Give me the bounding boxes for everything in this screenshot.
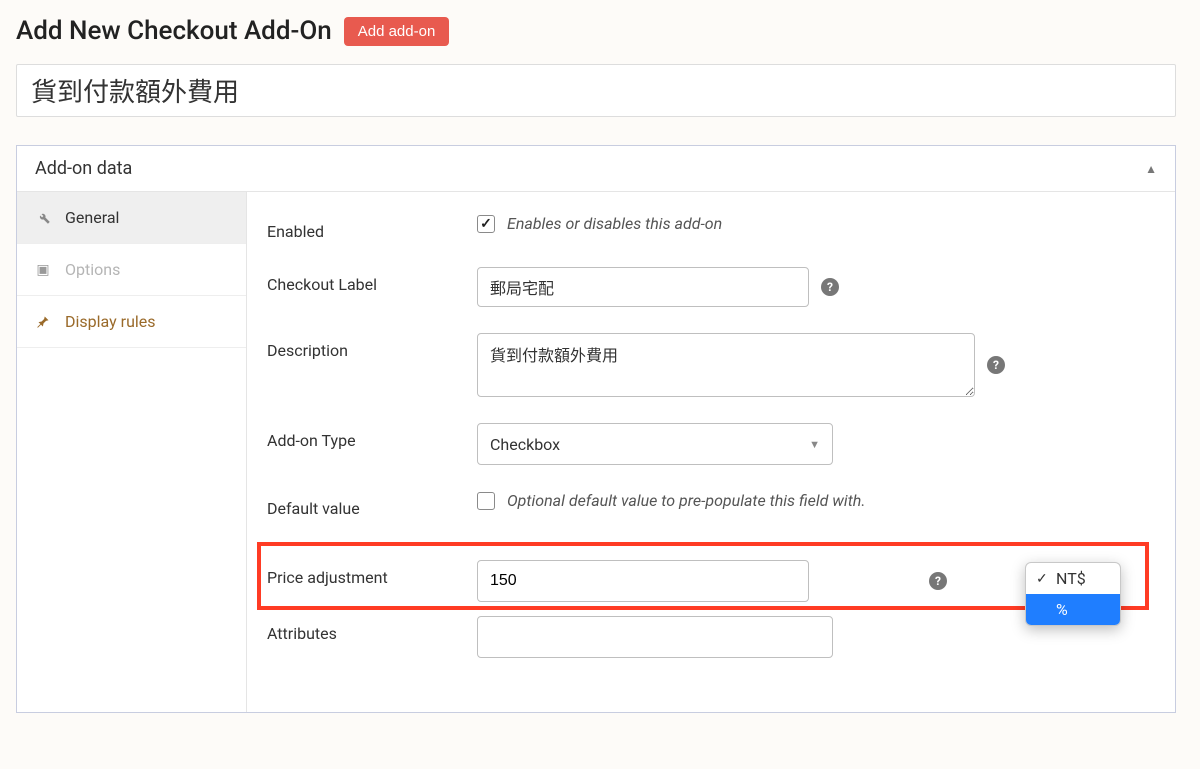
wrench-icon <box>35 210 51 226</box>
add-addon-button[interactable]: Add add-on <box>344 17 450 46</box>
tab-label: Options <box>65 260 120 279</box>
attributes-input[interactable] <box>477 616 833 658</box>
unit-option-label: NT$ <box>1056 569 1086 588</box>
help-icon[interactable]: ? <box>987 356 1005 374</box>
unit-option-percent[interactable]: % <box>1026 594 1120 625</box>
unit-option-label: % <box>1056 600 1068 619</box>
unit-option-currency[interactable]: ✓ NT$ <box>1026 563 1120 594</box>
help-icon[interactable]: ? <box>821 278 839 296</box>
addon-title-input[interactable] <box>16 64 1176 117</box>
chevron-down-icon: ▼ <box>809 438 820 451</box>
tab-label: General <box>65 208 119 227</box>
enabled-checkbox[interactable] <box>477 215 495 233</box>
label-price-adjustment: Price adjustment <box>267 560 477 587</box>
collapse-toggle-icon[interactable]: ▲ <box>1145 162 1157 176</box>
checkout-label-input[interactable] <box>477 267 809 307</box>
tab-general[interactable]: General <box>17 192 246 244</box>
label-description: Description <box>267 333 477 360</box>
default-value-checkbox[interactable] <box>477 492 495 510</box>
pin-icon <box>35 314 51 330</box>
tab-display-rules[interactable]: Display rules <box>17 296 246 348</box>
label-attributes: Attributes <box>267 616 477 643</box>
plus-square-icon: ▣ <box>35 262 51 278</box>
price-adjustment-input[interactable] <box>477 560 809 602</box>
addon-type-select[interactable]: Checkbox ▼ <box>477 423 833 465</box>
price-adjustment-row: Price adjustment ? ✓ NT$ % <box>259 544 1147 608</box>
checkmark-icon: ✓ <box>1036 571 1050 587</box>
label-default-value: Default value <box>267 491 477 518</box>
addon-type-value: Checkbox <box>490 435 560 454</box>
price-unit-dropdown: ✓ NT$ % <box>1025 562 1121 626</box>
label-enabled: Enabled <box>267 214 477 241</box>
help-icon[interactable]: ? <box>929 572 947 590</box>
tab-label: Display rules <box>65 312 156 331</box>
label-checkout-label: Checkout Label <box>267 267 477 294</box>
general-form: Enabled Enables or disables this add-on … <box>247 192 1175 712</box>
tab-options[interactable]: ▣ Options <box>17 244 246 296</box>
tabs-sidebar: General ▣ Options Display rules <box>17 192 247 712</box>
description-textarea[interactable] <box>477 333 975 397</box>
page-title: Add New Checkout Add-On <box>16 16 332 46</box>
enabled-hint: Enables or disables this add-on <box>507 214 722 233</box>
label-addon-type: Add-on Type <box>267 423 477 450</box>
default-value-hint: Optional default value to pre-populate t… <box>507 491 865 510</box>
addon-data-panel: Add-on data ▲ General ▣ Options Display … <box>16 145 1176 713</box>
panel-title: Add-on data <box>35 158 132 179</box>
